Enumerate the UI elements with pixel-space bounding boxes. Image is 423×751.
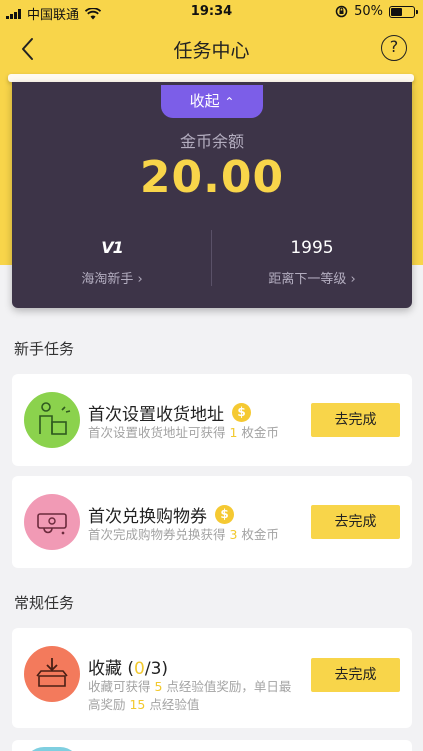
complete-button[interactable]: 去完成 xyxy=(311,403,400,437)
task-description: 收藏可获得 5 点经验值奖励，单日最高奖励 15 点经验值 xyxy=(88,679,292,712)
orientation-lock-icon xyxy=(335,5,348,18)
task-card: 首次兑换购物券 $ 首次完成购物券兑换获得 3 枚金币 去完成 xyxy=(12,476,412,568)
card-slot xyxy=(8,74,414,82)
page-title: 任务中心 xyxy=(173,40,250,62)
chevron-right-icon: › xyxy=(137,272,143,287)
help-icon[interactable]: ? xyxy=(381,35,407,61)
level-stat[interactable]: V1 海淘新手 › xyxy=(12,238,212,287)
complete-button[interactable]: 去完成 xyxy=(311,658,400,692)
favorite-box-icon xyxy=(24,646,80,702)
chevron-up-icon: ⌃ xyxy=(224,95,235,109)
level-badge-icon: V1 xyxy=(101,238,123,257)
collapse-button[interactable]: 收起 ⌃ xyxy=(161,85,263,118)
complete-button[interactable]: 去完成 xyxy=(311,505,400,539)
task-title: 首次兑换购物券 $ xyxy=(88,502,234,527)
nav-bar: 任务中心 ? xyxy=(0,24,423,74)
level-label: 海淘新手 xyxy=(81,272,134,287)
voucher-icon xyxy=(24,494,80,550)
collapse-label: 收起 xyxy=(189,92,220,110)
balance-label: 金币余额 xyxy=(179,132,244,151)
section-title-newbie: 新手任务 xyxy=(14,340,75,358)
coin-icon: $ xyxy=(215,505,234,524)
battery-percent: 50% xyxy=(354,4,383,19)
task-title: 收藏 (0/3) xyxy=(88,659,169,679)
chevron-right-icon: › xyxy=(350,272,356,287)
address-person-icon xyxy=(24,392,80,448)
battery-icon xyxy=(389,5,418,18)
points-label: 距离下一等级 xyxy=(268,272,347,287)
balance-amount: 20.00 xyxy=(139,152,285,203)
task-card: 收藏 (0/3) 收藏可获得 5 点经验值奖励，单日最高奖励 15 点经验值 去… xyxy=(12,628,412,728)
status-bar: 中国联通 19:34 50% xyxy=(0,0,423,24)
task-icon xyxy=(24,747,80,751)
task-card-partial xyxy=(12,740,412,751)
task-title: 首次设置收货地址 $ xyxy=(88,400,251,425)
next-level-stat[interactable]: 1995 距离下一等级 › xyxy=(212,238,412,287)
task-description: 首次设置收货地址可获得 1 枚金币 xyxy=(88,425,279,440)
points-value: 1995 xyxy=(290,238,334,258)
task-card: 首次设置收货地址 $ 首次设置收货地址可获得 1 枚金币 去完成 xyxy=(12,374,412,466)
task-description: 首次完成购物券兑换获得 3 枚金币 xyxy=(88,527,279,542)
coin-icon: $ xyxy=(232,403,251,422)
section-title-regular: 常规任务 xyxy=(14,594,75,612)
balance-card: 收起 ⌃ 金币余额 20.00 V1 海淘新手 › 1995 距离下一等级 › xyxy=(12,82,412,308)
status-right: 50% xyxy=(335,4,418,19)
